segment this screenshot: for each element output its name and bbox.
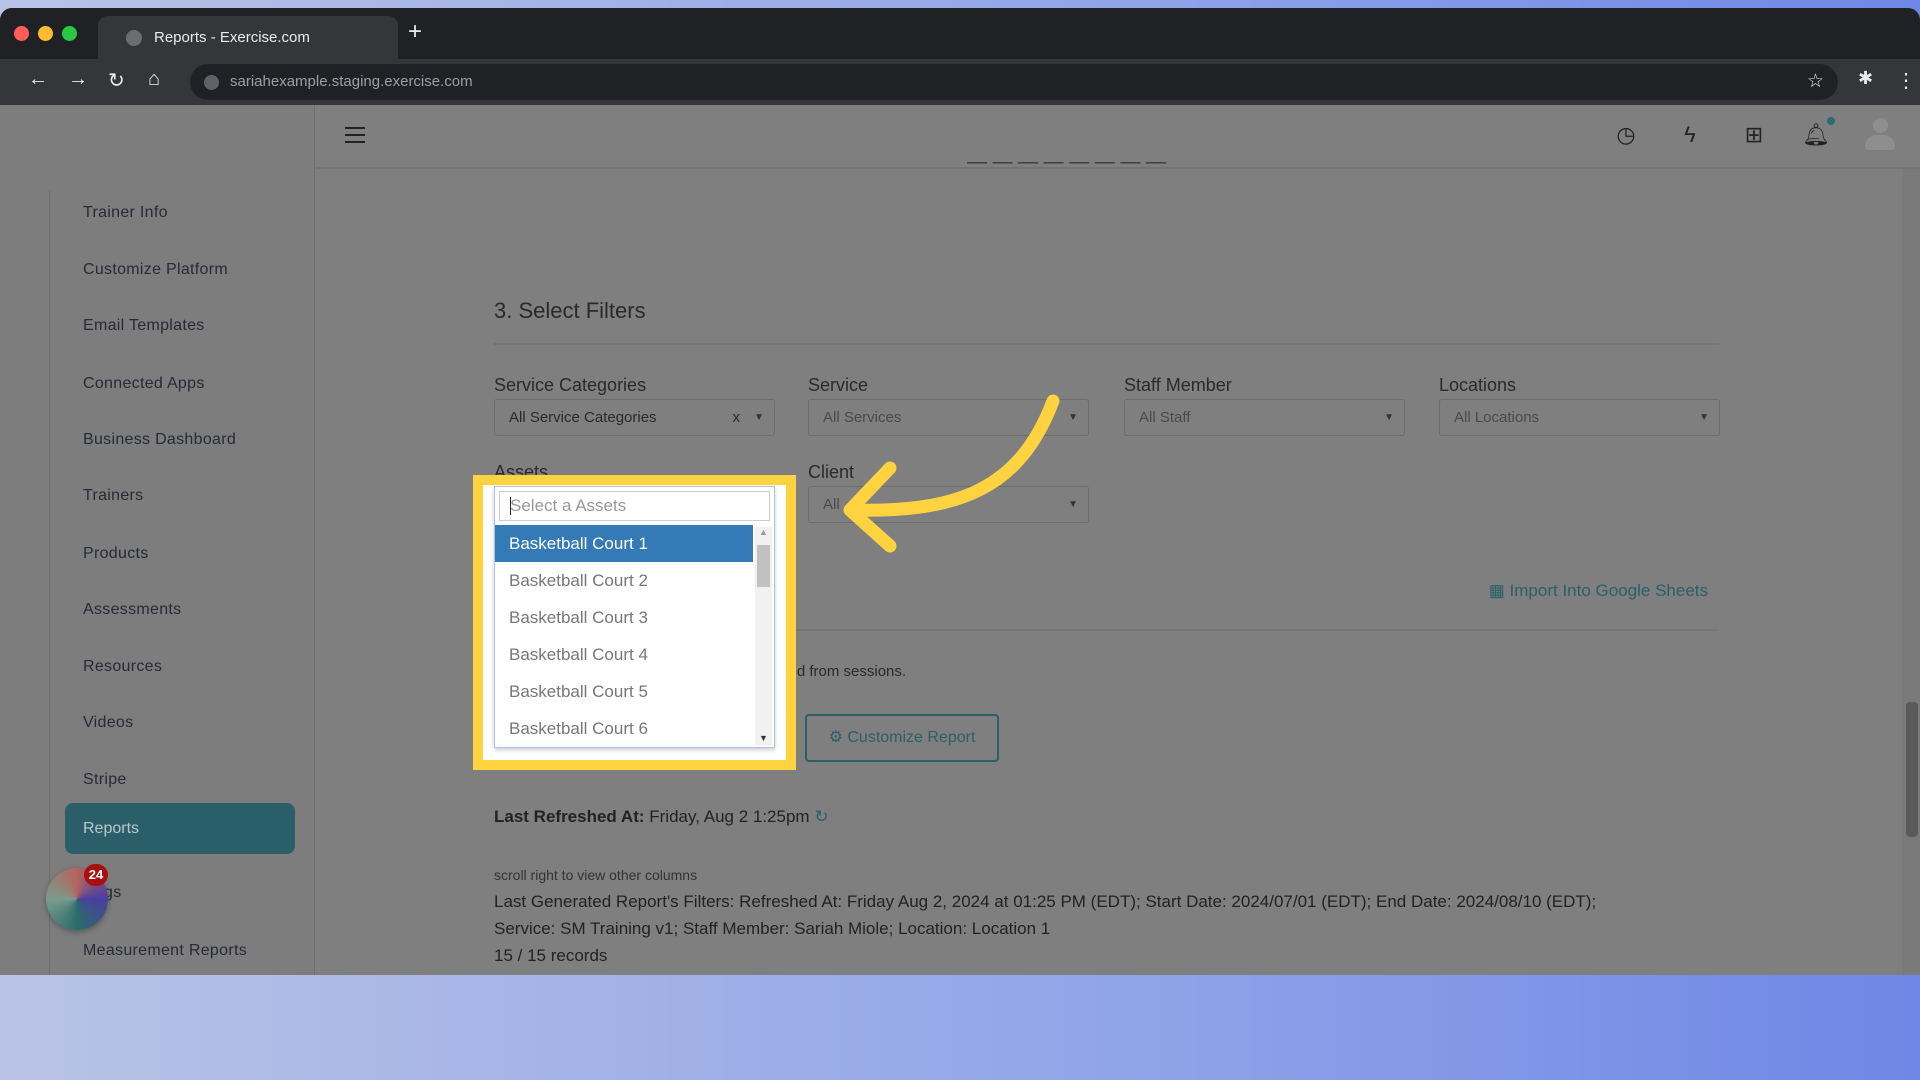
browser-window: Reports - Exercise.com + ← → ↻ ⌂ sariahe… bbox=[0, 8, 1920, 975]
annotation-arrow-icon bbox=[843, 394, 1060, 553]
